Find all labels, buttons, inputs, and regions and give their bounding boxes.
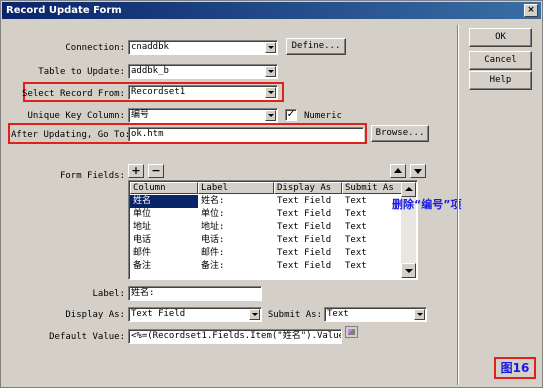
chevron-down-icon[interactable]: [414, 309, 425, 320]
cell: Text: [345, 235, 367, 245]
numeric-checkbox[interactable]: ✓: [285, 109, 297, 121]
chevron-down-icon[interactable]: [265, 110, 276, 121]
ok-button[interactable]: OK: [469, 28, 532, 47]
cell: Text Field: [277, 261, 332, 271]
after-updating-label: After Updating, Go To:: [11, 130, 131, 140]
cell: 备注:: [201, 261, 225, 271]
cell: 单位: [133, 209, 152, 219]
table-row[interactable]: 单位 单位: Text Field Text: [130, 208, 402, 221]
chevron-down-icon[interactable]: [249, 309, 260, 320]
browse-button[interactable]: Browse...: [371, 125, 429, 142]
cell: 邮件:: [201, 248, 225, 258]
select-record-from-select[interactable]: Recordset1: [128, 85, 278, 100]
numeric-label: Numeric: [304, 111, 342, 121]
help-button[interactable]: Help: [469, 71, 532, 90]
table-to-update-select[interactable]: addbk_b: [128, 64, 278, 79]
table-to-update-value: addbk_b: [131, 66, 169, 76]
table-row[interactable]: 地址 地址: Text Field Text: [130, 221, 402, 234]
move-up-button[interactable]: [390, 164, 406, 178]
connection-label: Connection:: [65, 43, 125, 53]
cell: Text Field: [277, 196, 332, 206]
cell: Text Field: [277, 222, 332, 232]
move-down-button[interactable]: [410, 164, 426, 178]
cell: Text: [345, 261, 367, 271]
table-row[interactable]: 邮件 邮件: Text Field Text: [130, 247, 402, 260]
form-fields-table[interactable]: Column Label Display As Submit As 姓名 姓名:…: [128, 180, 418, 280]
select-record-from-label: Select Record From:: [22, 89, 125, 99]
column-header[interactable]: Submit As: [342, 182, 402, 194]
submit-as-label: Submit As:: [267, 310, 322, 320]
cell: 单位:: [201, 209, 225, 219]
field-label-label: Label:: [92, 289, 125, 299]
cell: Text Field: [277, 248, 332, 258]
figure-label: 图16: [494, 357, 536, 379]
define-button[interactable]: Define...: [286, 38, 346, 55]
cell: 邮件: [133, 248, 152, 258]
cell: 备注: [133, 261, 152, 271]
table-header: Column Label Display As Submit As: [130, 182, 402, 194]
cell: Text Field: [277, 209, 332, 219]
submit-as-value: Text: [327, 309, 349, 319]
default-value-input[interactable]: <%=(Recordset1.Fields.Item("姓名").Value)%…: [128, 329, 342, 344]
scroll-down-icon[interactable]: [401, 263, 416, 278]
table-row[interactable]: 电话 电话: Text Field Text: [130, 234, 402, 247]
unique-key-select[interactable]: 编号: [128, 108, 278, 123]
unique-key-value: 编号: [131, 110, 150, 120]
connection-value: cnaddbk: [131, 42, 169, 52]
cell: Text Field: [277, 235, 332, 245]
column-header[interactable]: Label: [198, 182, 274, 194]
field-label-input[interactable]: 姓名:: [128, 286, 262, 301]
table-to-update-label: Table to Update:: [38, 67, 125, 77]
cancel-button[interactable]: Cancel: [469, 51, 532, 70]
add-field-button[interactable]: +: [128, 164, 144, 178]
column-header[interactable]: Column: [130, 182, 198, 194]
submit-as-select[interactable]: Text: [324, 307, 427, 322]
cell: 电话:: [201, 235, 225, 245]
display-as-value: Text Field: [131, 309, 186, 319]
scroll-up-icon[interactable]: [401, 182, 416, 197]
chevron-down-icon[interactable]: [265, 42, 276, 53]
connection-select[interactable]: cnaddbk: [128, 40, 278, 55]
cell: 电话: [133, 235, 152, 245]
record-update-form-dialog: Record Update Form × Connection: cnaddbk…: [0, 0, 543, 388]
cell: 姓名:: [201, 196, 225, 206]
after-updating-input[interactable]: ok.htm: [128, 127, 364, 142]
table-row[interactable]: 姓名 姓名: Text Field Text: [130, 195, 402, 208]
column-header[interactable]: Display As: [274, 182, 342, 194]
chevron-down-icon[interactable]: [265, 66, 276, 77]
default-value-label: Default Value:: [49, 332, 125, 342]
window-title: Record Update Form: [6, 5, 122, 16]
cell: Text: [345, 248, 367, 258]
cell: Text: [345, 222, 367, 232]
display-as-select[interactable]: Text Field: [128, 307, 262, 322]
remove-field-button[interactable]: −: [148, 164, 164, 178]
form-fields-label: Form Fields:: [59, 171, 125, 181]
title-bar: Record Update Form ×: [2, 2, 541, 19]
cell: 姓名: [130, 195, 198, 208]
cell: 地址:: [201, 222, 225, 232]
table-row[interactable]: 备注 备注: Text Field Text: [130, 260, 402, 273]
close-button[interactable]: ×: [524, 4, 538, 17]
select-record-from-value: Recordset1: [131, 87, 186, 97]
divider: [457, 25, 459, 385]
annotation-text: 删除“编号”项: [392, 198, 462, 211]
cell: 地址: [133, 222, 152, 232]
unique-key-label: Unique Key Column:: [27, 111, 125, 121]
display-as-label: Display As:: [65, 310, 125, 320]
dynamic-data-icon[interactable]: [345, 326, 358, 338]
chevron-down-icon[interactable]: [265, 87, 276, 98]
